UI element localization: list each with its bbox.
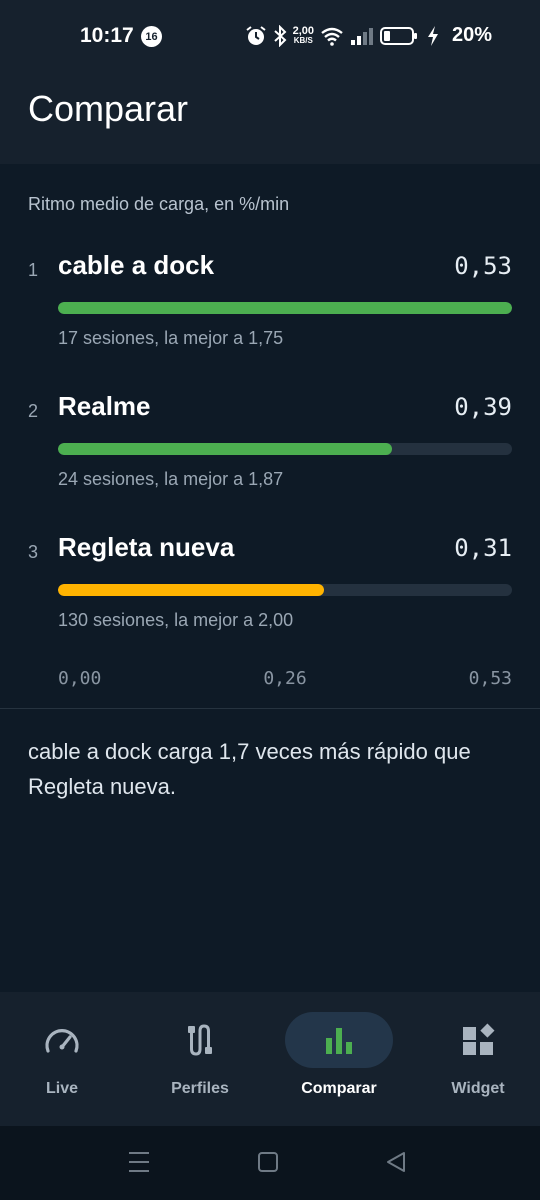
bluetooth-icon <box>273 25 287 47</box>
home-icon[interactable] <box>257 1150 279 1174</box>
nav-live[interactable]: Live <box>7 1012 117 1112</box>
menu-icon[interactable] <box>128 1150 150 1174</box>
row-name: cable a dock <box>58 250 215 280</box>
nav-perfiles-label: Perfiles <box>171 1080 229 1097</box>
nav-comparar-icon-wrap <box>285 1012 393 1068</box>
back-icon[interactable] <box>385 1150 407 1174</box>
axis-max-label: 0,53 <box>468 668 512 689</box>
rate-bar-track <box>58 584 512 596</box>
nav-widget-icon-wrap <box>424 1012 532 1068</box>
row-rank: 2 <box>28 401 39 421</box>
gauge-icon <box>44 1025 80 1055</box>
axis-min-label: 0,00 <box>58 668 102 689</box>
nav-perfiles-icon-wrap <box>146 1012 254 1068</box>
page-title: Comparar <box>28 88 189 129</box>
app-screen: 10:17 16 2,00 KB/S 20% Comparar Ritmo me… <box>0 0 540 1200</box>
row-sessions: 24 sesiones, la mejor a 1,87 <box>58 469 284 489</box>
row-rank: 3 <box>28 542 39 562</box>
nav-comparar[interactable]: Comparar <box>284 1012 394 1112</box>
nav-perfiles[interactable]: Perfiles <box>145 1012 255 1112</box>
row-value: 0,39 <box>454 393 512 421</box>
alarm-icon <box>245 25 267 47</box>
system-navigation-bar <box>0 1126 540 1200</box>
row-sessions: 130 sesiones, la mejor a 2,00 <box>58 610 294 630</box>
nav-comparar-label: Comparar <box>301 1080 377 1097</box>
status-time: 10:17 <box>80 24 134 47</box>
rate-bar-fill <box>58 443 393 455</box>
bottom-navigation: Live Perfiles Comparar Widget <box>0 992 540 1126</box>
comparison-subtitle: Ritmo medio de carga, en %/min <box>28 194 290 214</box>
nav-widget-label: Widget <box>451 1080 505 1097</box>
nav-live-label: Live <box>45 1080 78 1097</box>
divider <box>0 708 540 709</box>
rate-bar-fill <box>58 584 324 596</box>
battery-icon <box>380 26 420 46</box>
network-speed: 2,00 KB/S <box>292 25 314 46</box>
row-value: 0,53 <box>454 252 512 280</box>
row-name: Realme <box>58 391 151 421</box>
row-value: 0,31 <box>454 534 512 562</box>
rate-bar-track <box>58 443 512 455</box>
scale-axis: 0,00 0,26 0,53 <box>58 668 512 692</box>
nav-live-icon-wrap <box>8 1012 116 1068</box>
rate-bar-track <box>58 302 512 314</box>
widget-icon <box>461 1023 495 1057</box>
ranking-row[interactable]: 2 Realme 0,39 24 sesiones, la mejor a 1,… <box>0 371 540 491</box>
status-icons: 2,00 KB/S <box>245 22 440 50</box>
comparison-summary: cable a dock carga 1,7 veces más rápido … <box>28 739 471 799</box>
row-sessions: 17 sesiones, la mejor a 1,75 <box>58 328 284 348</box>
row-name: Regleta nueva <box>58 532 235 562</box>
signal-icon <box>350 26 374 46</box>
notification-count-badge: 16 <box>141 26 162 47</box>
app-header: Comparar <box>0 72 540 164</box>
row-rank: 1 <box>28 260 39 280</box>
wifi-icon <box>320 26 344 46</box>
rate-bar-fill <box>58 302 512 314</box>
bar-chart-icon <box>324 1026 354 1054</box>
status-bar: 10:17 16 2,00 KB/S 20% <box>0 0 540 72</box>
axis-mid-label: 0,26 <box>263 668 307 689</box>
ranking-row[interactable]: 3 Regleta nueva 0,31 130 sesiones, la me… <box>0 512 540 632</box>
ranking-row[interactable]: 1 cable a dock 0,53 17 sesiones, la mejo… <box>0 230 540 350</box>
nav-widget[interactable]: Widget <box>423 1012 533 1112</box>
cable-icon <box>183 1023 217 1057</box>
battery-percent: 20% <box>451 24 492 46</box>
charging-icon <box>426 25 440 47</box>
